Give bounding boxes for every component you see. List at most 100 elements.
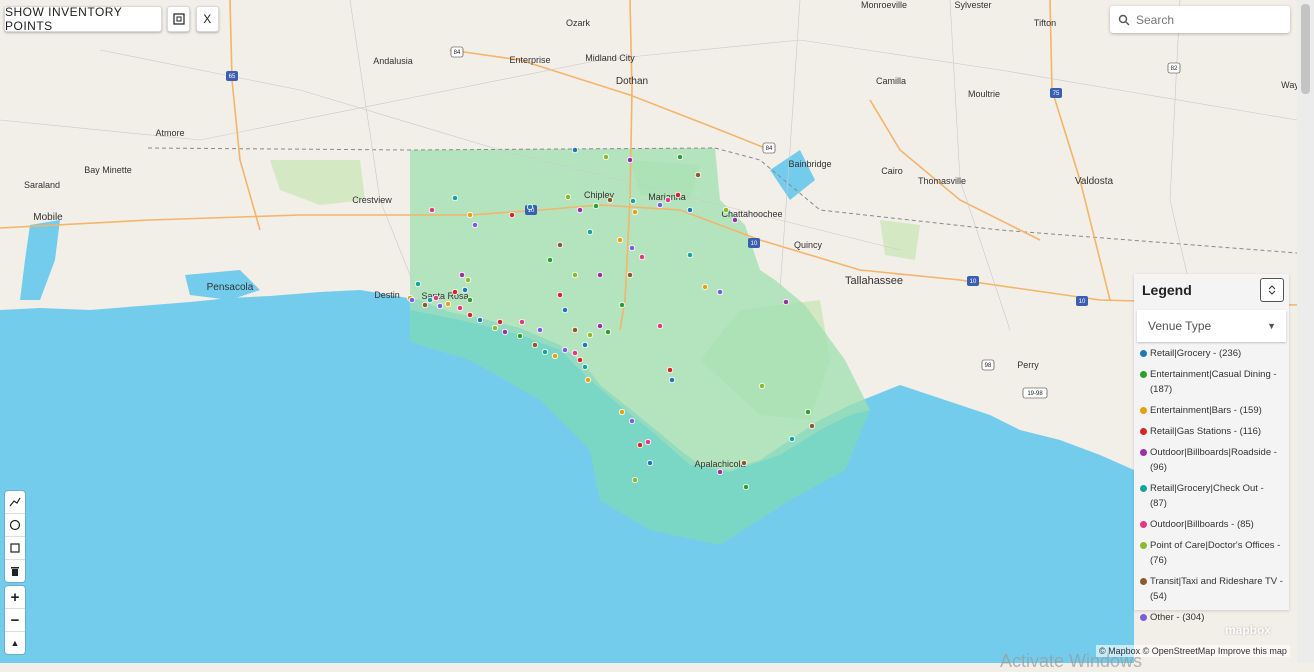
inventory-point[interactable] <box>561 346 569 354</box>
inventory-point[interactable] <box>476 316 484 324</box>
inventory-point[interactable] <box>644 438 652 446</box>
inventory-point[interactable] <box>666 366 674 374</box>
inventory-point[interactable] <box>561 306 569 314</box>
inventory-point[interactable] <box>408 296 416 304</box>
inventory-point[interactable] <box>716 288 724 296</box>
inventory-point[interactable] <box>508 211 516 219</box>
inventory-point[interactable] <box>628 244 636 252</box>
inventory-point[interactable] <box>496 318 504 326</box>
inventory-point[interactable] <box>466 296 474 304</box>
inventory-point[interactable] <box>626 156 634 164</box>
inventory-point[interactable] <box>731 216 739 224</box>
inventory-point[interactable] <box>646 459 654 467</box>
inventory-point[interactable] <box>686 206 694 214</box>
inventory-point[interactable] <box>471 221 479 229</box>
inventory-point[interactable] <box>432 294 440 302</box>
inventory-point[interactable] <box>571 146 579 154</box>
inventory-point[interactable] <box>788 435 796 443</box>
inventory-point[interactable] <box>531 341 539 349</box>
inventory-point[interactable] <box>436 302 444 310</box>
inventory-point[interactable] <box>722 206 730 214</box>
legend-collapse-button[interactable] <box>1260 278 1284 302</box>
inventory-point[interactable] <box>581 363 589 371</box>
inventory-point[interactable] <box>676 153 684 161</box>
inventory-point[interactable] <box>556 291 564 299</box>
inventory-point[interactable] <box>740 459 748 467</box>
inventory-point[interactable] <box>584 376 592 384</box>
circle-tool-button[interactable] <box>5 514 25 537</box>
inventory-point[interactable] <box>576 356 584 364</box>
inventory-point[interactable] <box>451 194 459 202</box>
inventory-point[interactable] <box>758 382 766 390</box>
inventory-point[interactable] <box>664 196 672 204</box>
inventory-point[interactable] <box>628 417 636 425</box>
inventory-point[interactable] <box>586 228 594 236</box>
scrollbar[interactable] <box>1297 0 1314 663</box>
inventory-point[interactable] <box>516 332 524 340</box>
inventory-point[interactable] <box>536 326 544 334</box>
inventory-point[interactable] <box>466 311 474 319</box>
inventory-point[interactable] <box>541 348 549 356</box>
inventory-point[interactable] <box>571 326 579 334</box>
search-input[interactable]: Search <box>1136 13 1174 27</box>
inventory-point[interactable] <box>636 441 644 449</box>
polygon-tool-button[interactable] <box>5 537 25 560</box>
zoom-in-button[interactable]: + <box>5 586 25 609</box>
search-box[interactable]: Search <box>1110 6 1290 33</box>
inventory-point[interactable] <box>501 328 509 336</box>
inventory-point[interactable] <box>694 171 702 179</box>
inventory-point[interactable] <box>444 300 452 308</box>
inventory-point[interactable] <box>631 476 639 484</box>
venue-type-select[interactable]: Venue Type ▼ <box>1137 310 1286 342</box>
inventory-point[interactable] <box>518 318 526 326</box>
inventory-point[interactable] <box>701 283 709 291</box>
inventory-point[interactable] <box>556 241 564 249</box>
inventory-point[interactable] <box>581 341 589 349</box>
scrollbar-thumb[interactable] <box>1301 4 1310 94</box>
inventory-point[interactable] <box>551 352 559 360</box>
inventory-point[interactable] <box>576 206 584 214</box>
inventory-point[interactable] <box>782 298 790 306</box>
inventory-point[interactable] <box>426 296 434 304</box>
inventory-point[interactable] <box>604 328 612 336</box>
inventory-point[interactable] <box>631 208 639 216</box>
inventory-point[interactable] <box>491 324 499 332</box>
inventory-point[interactable] <box>596 271 604 279</box>
inventory-point[interactable] <box>546 256 554 264</box>
inventory-point[interactable] <box>618 301 626 309</box>
inventory-point[interactable] <box>629 197 637 205</box>
inventory-point[interactable] <box>638 253 646 261</box>
inventory-point[interactable] <box>656 322 664 330</box>
inventory-point[interactable] <box>668 376 676 384</box>
inventory-point[interactable] <box>461 286 469 294</box>
inventory-point[interactable] <box>564 193 572 201</box>
show-inventory-points-button[interactable]: SHOW INVENTORY POINTS <box>4 5 162 33</box>
inventory-point[interactable] <box>602 153 610 161</box>
select-area-button[interactable] <box>167 6 190 32</box>
inventory-point[interactable] <box>456 304 464 312</box>
inventory-point[interactable] <box>421 301 429 309</box>
inventory-point[interactable] <box>464 276 472 284</box>
inventory-point[interactable] <box>618 408 626 416</box>
inventory-point[interactable] <box>466 211 474 219</box>
line-tool-button[interactable] <box>5 491 25 514</box>
inventory-point[interactable] <box>592 202 600 210</box>
inventory-point[interactable] <box>451 288 459 296</box>
inventory-point[interactable] <box>428 206 436 214</box>
close-button[interactable]: X <box>196 6 219 32</box>
inventory-point[interactable] <box>571 349 579 357</box>
inventory-point[interactable] <box>742 483 750 491</box>
inventory-point[interactable] <box>808 422 816 430</box>
inventory-point[interactable] <box>616 236 624 244</box>
inventory-point[interactable] <box>656 201 664 209</box>
zoom-out-button[interactable]: − <box>5 609 25 632</box>
inventory-point[interactable] <box>674 191 682 199</box>
inventory-point[interactable] <box>804 408 812 416</box>
inventory-point[interactable] <box>526 203 534 211</box>
inventory-point[interactable] <box>458 271 466 279</box>
inventory-point[interactable] <box>571 271 579 279</box>
inventory-point[interactable] <box>606 196 614 204</box>
compass-button[interactable]: ▲ <box>5 632 25 654</box>
inventory-point[interactable] <box>716 468 724 476</box>
inventory-point[interactable] <box>596 322 604 330</box>
